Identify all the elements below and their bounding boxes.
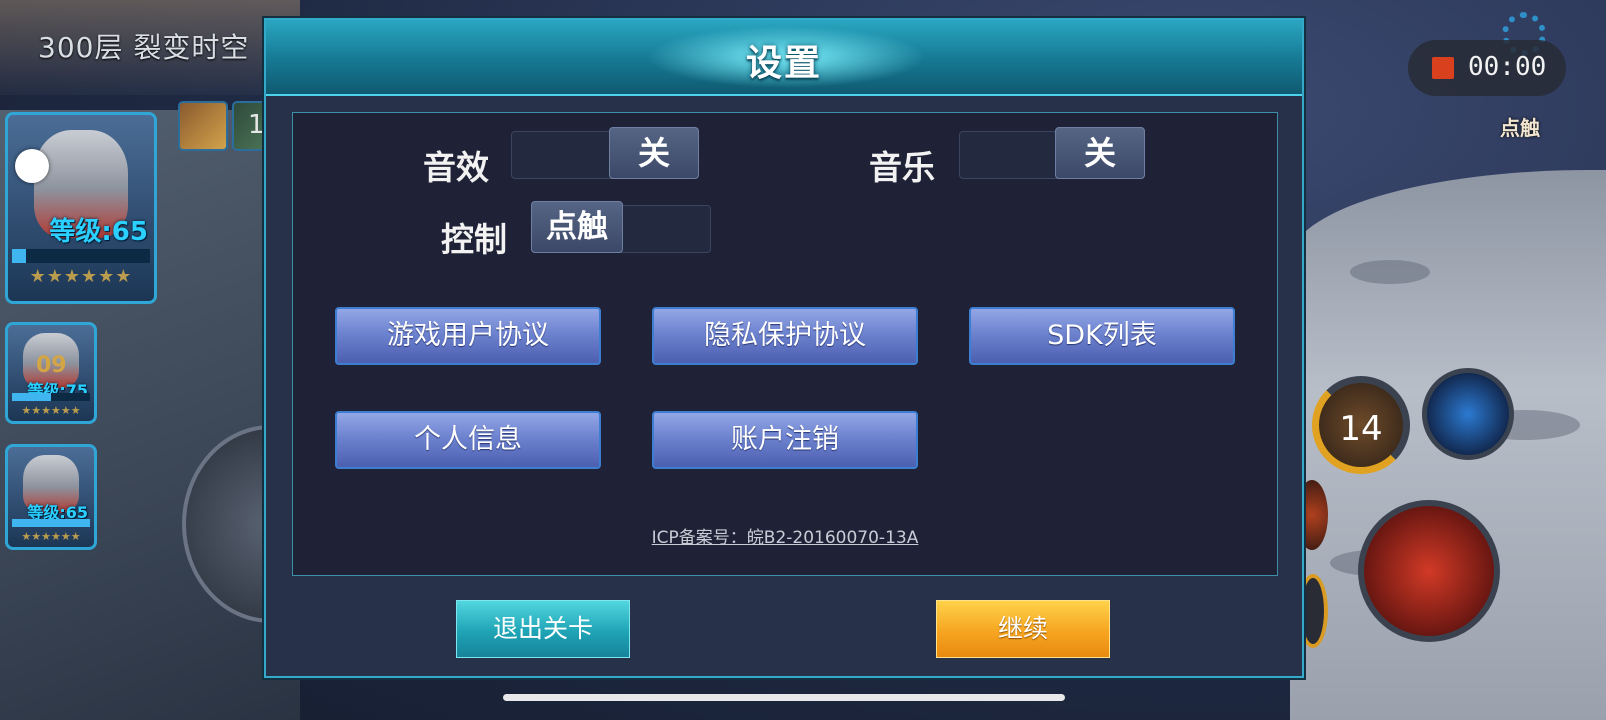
- personal-info-button[interactable]: 个人信息: [335, 411, 601, 469]
- hero-stars: ★★★★★★: [21, 530, 81, 543]
- user-agreement-button[interactable]: 游戏用户协议: [335, 307, 601, 365]
- exit-stage-button[interactable]: 退出关卡: [456, 600, 630, 658]
- control-toggle-knob[interactable]: 点触: [531, 201, 623, 253]
- sound-label: 音效: [423, 148, 489, 187]
- record-time: 00:00: [1468, 52, 1547, 82]
- sound-toggle-knob[interactable]: 关: [609, 127, 699, 179]
- icp-link[interactable]: ICP备案号：皖B2-20160070-13A: [293, 523, 1277, 548]
- stage-title: 300层 裂变时空: [38, 31, 250, 64]
- continue-button[interactable]: 继续: [936, 600, 1110, 658]
- hero-card-2[interactable]: 09 等级:75 ★★★★★★: [5, 322, 97, 424]
- touch-mode-badge[interactable]: 点触: [1500, 112, 1540, 141]
- hero-hp-bar: [12, 249, 150, 263]
- hero-hp-bar: [12, 519, 90, 527]
- control-label: 控制: [441, 220, 507, 259]
- hero-hp-fill: [12, 249, 26, 263]
- hero-stars: ★★★★★★: [29, 266, 133, 287]
- skill-cooldown-count: 14: [1339, 409, 1383, 449]
- screen-record-pill[interactable]: 00:00: [1408, 40, 1566, 96]
- skill-button-cooldown[interactable]: 14: [1312, 376, 1410, 474]
- hero-hp-fill: [12, 393, 51, 401]
- item-count: 1: [248, 110, 265, 140]
- attack-button[interactable]: [1358, 500, 1500, 642]
- hero-level: 等级:65: [49, 217, 148, 247]
- skill-button-2[interactable]: [1422, 368, 1514, 460]
- settings-panel: 音效 关 音乐 关 控制 点触 游戏用户协议 隐私保护协议 SDK列表 个人信息…: [292, 112, 1278, 576]
- sdk-list-button[interactable]: SDK列表: [969, 307, 1235, 365]
- home-indicator[interactable]: [503, 694, 1065, 701]
- account-cancel-button[interactable]: 账户注销: [652, 411, 918, 469]
- hero-hp-fill: [12, 519, 90, 527]
- item-slot-1[interactable]: [178, 101, 228, 151]
- privacy-agreement-button[interactable]: 隐私保护协议: [652, 307, 918, 365]
- hero-stars: ★★★★★★: [21, 404, 81, 417]
- hero-hp-bar: [12, 393, 90, 401]
- hero-card-3[interactable]: 等级:65 ★★★★★★: [5, 444, 97, 550]
- music-toggle-knob[interactable]: 关: [1055, 127, 1145, 179]
- record-stop-icon: [1432, 57, 1454, 79]
- touch-indicator: [15, 149, 49, 183]
- dialog-header: 设置: [266, 20, 1302, 96]
- settings-dialog: 设置 音效 关 音乐 关 控制 点触 游戏用户协议 隐私保护协议 SDK列表 个…: [264, 18, 1304, 678]
- hero-number: 09: [36, 353, 67, 378]
- music-label: 音乐: [869, 148, 935, 187]
- hero-card-main[interactable]: 等级:65 ★★★★★★: [5, 112, 157, 304]
- dialog-title: 设置: [745, 43, 822, 84]
